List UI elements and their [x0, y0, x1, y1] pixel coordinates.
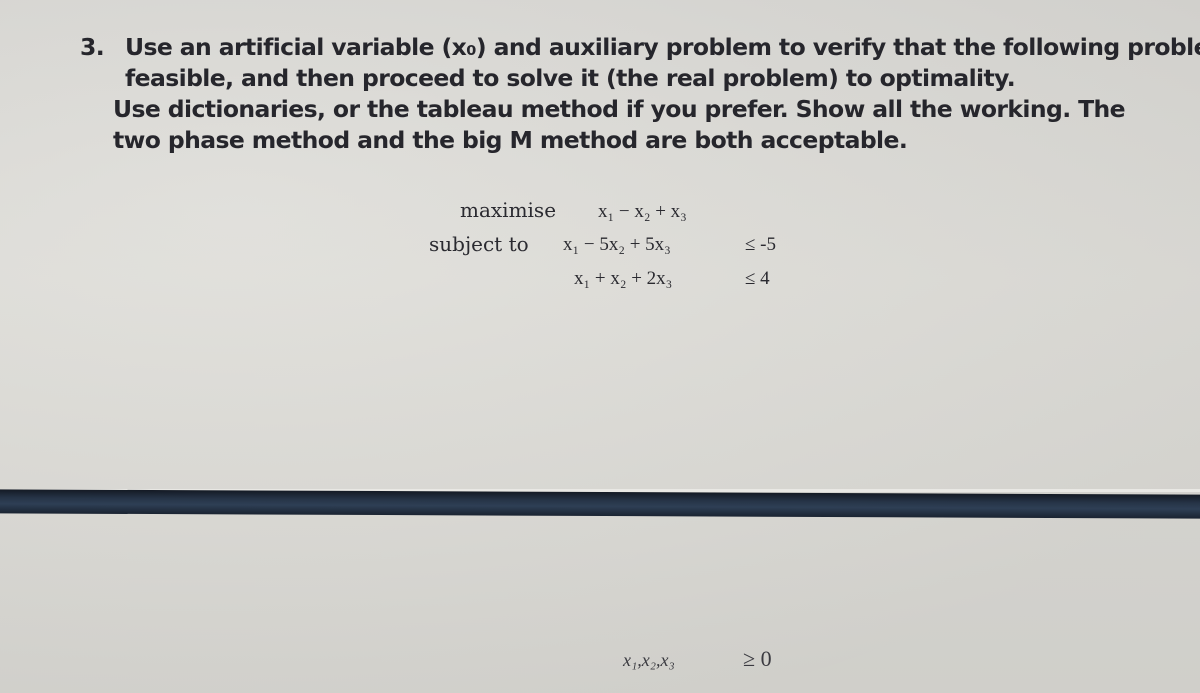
question-line-1: Use an artificial variable (x₀) and auxi… [125, 33, 1200, 61]
objective-keyword: maximise [460, 198, 557, 222]
question-line-2: feasible, and then proceed to solve it (… [125, 64, 1016, 92]
question-line-4: two phase method and the big M method ar… [113, 126, 908, 154]
objective-function: x₁ − x₂ + x₃ [598, 201, 687, 222]
question-number: 3. [80, 33, 105, 61]
screen-divider-bar [0, 489, 1200, 519]
constraint-1-lhs: x₁ − 5x₂ + 5x₃ [563, 234, 671, 255]
constraints-keyword: subject to [429, 232, 529, 256]
constraint-1-rhs: ≤ -5 [745, 234, 777, 255]
question-line-3: Use dictionaries, or the tableau method … [113, 95, 1126, 123]
nonneg-lhs: x₁,x₂,x₃ [623, 650, 675, 670]
constraint-2-lhs: x₁ + x₂ + 2x₃ [574, 268, 673, 289]
nonneg-rhs: ≥ 0 [743, 646, 772, 671]
constraint-2-rhs: ≤ 4 [745, 268, 770, 289]
